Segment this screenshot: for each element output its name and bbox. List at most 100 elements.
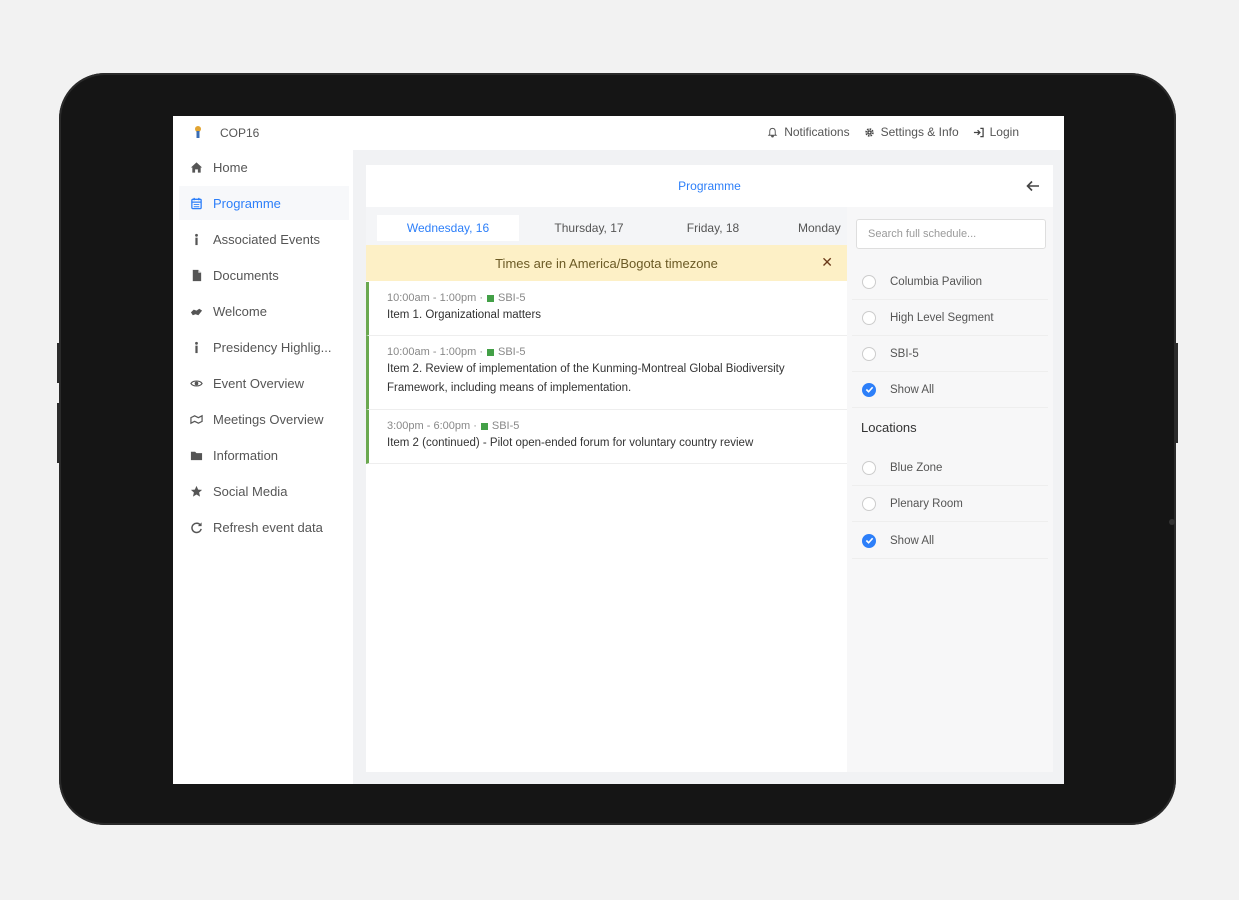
filter-label: Blue Zone [890, 461, 943, 474]
tab-friday[interactable]: Friday, 18 [658, 215, 768, 241]
panel-header: Programme [366, 165, 1053, 207]
app-logo-icon [195, 126, 201, 138]
search-input[interactable] [856, 219, 1046, 249]
filter-option-show-all-tracks[interactable]: Show All [852, 372, 1048, 408]
filter-label: Show All [890, 383, 935, 396]
event-meta: 10:00am - 1:00pm · SBI-5 [387, 346, 847, 358]
close-icon[interactable]: ✕ [821, 254, 833, 271]
notifications-button[interactable]: Notifications [767, 125, 850, 139]
page-title: Programme [678, 179, 741, 193]
sidebar-item-label: Programme [213, 195, 281, 211]
document-icon [189, 268, 203, 282]
sidebar-item-label: Home [213, 159, 248, 175]
track-color-square [487, 348, 494, 356]
event-tag: SBI-5 [498, 346, 526, 358]
refresh-icon [189, 520, 203, 534]
sidebar-item-refresh-event-data[interactable]: Refresh event data [179, 510, 349, 544]
sidebar-item-home[interactable]: Home [179, 150, 349, 184]
tablet-side-button [57, 343, 60, 383]
star-icon [189, 484, 203, 498]
folder-icon [189, 448, 203, 462]
sidebar-item-event-overview[interactable]: Event Overview [179, 366, 349, 400]
filter-label: Plenary Room [890, 497, 963, 510]
sidebar-item-programme[interactable]: Programme [179, 186, 349, 220]
filter-option-blue-zone[interactable]: Blue Zone [852, 450, 1048, 486]
radio-button-checked[interactable] [862, 382, 876, 397]
sidebar-item-label: Welcome [213, 303, 267, 319]
sidebar-item-label: Event Overview [213, 375, 305, 391]
info-icon [189, 232, 203, 246]
event-item[interactable]: 3:00pm - 6:00pm · SBI-5 Item 2 (continue… [366, 410, 847, 464]
login-icon [973, 127, 984, 137]
event-tag: SBI-5 [491, 420, 520, 432]
event-time: 3:00pm - 6:00pm · [387, 420, 477, 432]
tablet-side-button [57, 403, 60, 463]
timezone-text: Times are in America/Bogota timezone [495, 256, 718, 271]
radio-button[interactable] [862, 496, 876, 511]
sidebar-item-associated-events[interactable]: Associated Events [179, 222, 349, 256]
sidebar-item-label: Meetings Overview [213, 411, 324, 427]
meetings-icon [189, 412, 203, 426]
filter-label: SBI-5 [890, 347, 919, 360]
event-title: Item 2. Review of implementation of the … [387, 363, 785, 394]
notifications-label: Notifications [784, 125, 850, 139]
settings-label: Settings & Info [880, 125, 959, 139]
event-title: Item 2 (continued) - Pilot open-ended fo… [387, 437, 754, 449]
event-time: 10:00am - 1:00pm · [387, 292, 483, 304]
sidebar: Home Programme Associated Events Documen… [173, 150, 353, 784]
sidebar-item-social-media[interactable]: Social Media [179, 474, 349, 508]
sidebar-item-presidency-highlights[interactable]: Presidency Highlig... [179, 330, 349, 364]
track-color-square [480, 422, 488, 430]
back-arrow-icon[interactable] [1025, 178, 1041, 194]
eye-icon [189, 376, 203, 390]
filter-option-sbi-5[interactable]: SBI-5 [852, 336, 1048, 372]
tablet-side-button [1175, 343, 1178, 443]
filter-option-columbia-pavilion[interactable]: Columbia Pavilion [852, 264, 1048, 300]
calendar-icon [189, 196, 203, 210]
check-icon [865, 386, 873, 393]
radio-button[interactable] [862, 346, 876, 361]
tab-wednesday[interactable]: Wednesday, 16 [377, 215, 519, 241]
filter-option-high-level-segment[interactable]: High Level Segment [852, 300, 1048, 336]
sidebar-item-label: Presidency Highlig... [213, 339, 332, 355]
gear-icon [864, 127, 874, 137]
tablet-sensor [1169, 519, 1175, 525]
sidebar-item-information[interactable]: Information [179, 438, 349, 472]
timezone-banner: Times are in America/Bogota timezone ✕ [366, 245, 847, 281]
login-label: Login [989, 125, 1019, 139]
filter-option-plenary-room[interactable]: Plenary Room [852, 486, 1048, 522]
radio-button[interactable] [862, 460, 876, 475]
sidebar-item-label: Information [213, 447, 279, 463]
tab-thursday[interactable]: Thursday, 17 [524, 215, 654, 241]
sidebar-item-documents[interactable]: Documents [179, 258, 349, 292]
app-screen: COP16 Notifications Settings & Info Logi… [173, 116, 1064, 784]
radio-button-checked[interactable] [862, 533, 876, 548]
info-icon [189, 340, 203, 354]
event-time: 10:00am - 1:00pm · [387, 346, 483, 358]
locations-heading: Locations [861, 420, 917, 435]
login-button[interactable]: Login [973, 125, 1019, 139]
bell-icon [767, 127, 778, 138]
event-item[interactable]: 10:00am - 1:00pm · SBI-5 Item 2. Review … [366, 336, 847, 410]
app-name: COP16 [220, 126, 260, 140]
filters-panel: Columbia Pavilion High Level Segment SBI… [847, 207, 1053, 772]
track-color-square [487, 294, 494, 302]
top-bar: COP16 Notifications Settings & Info Logi… [173, 116, 1064, 150]
day-tabs: Wednesday, 16 Thursday, 17 Friday, 18 Mo… [366, 207, 847, 245]
radio-button[interactable] [862, 310, 876, 325]
event-tag: SBI-5 [498, 292, 526, 304]
filter-option-show-all-locations[interactable]: Show All [852, 523, 1048, 559]
filter-label: High Level Segment [890, 311, 994, 324]
event-item[interactable]: 10:00am - 1:00pm · SBI-5 Item 1. Organiz… [366, 282, 847, 336]
filter-label: Show All [890, 534, 935, 547]
event-title: Item 1. Organizational matters [387, 309, 542, 321]
event-meta: 10:00am - 1:00pm · SBI-5 [387, 292, 847, 304]
settings-button[interactable]: Settings & Info [864, 125, 959, 139]
handshake-icon [189, 304, 203, 318]
sidebar-item-meetings-overview[interactable]: Meetings Overview [179, 402, 349, 436]
top-actions: Notifications Settings & Info Login [767, 125, 1019, 139]
tab-monday[interactable]: Monday [798, 215, 847, 241]
sidebar-item-welcome[interactable]: Welcome [179, 294, 349, 328]
sidebar-item-label: Social Media [213, 483, 288, 499]
radio-button[interactable] [862, 274, 876, 289]
